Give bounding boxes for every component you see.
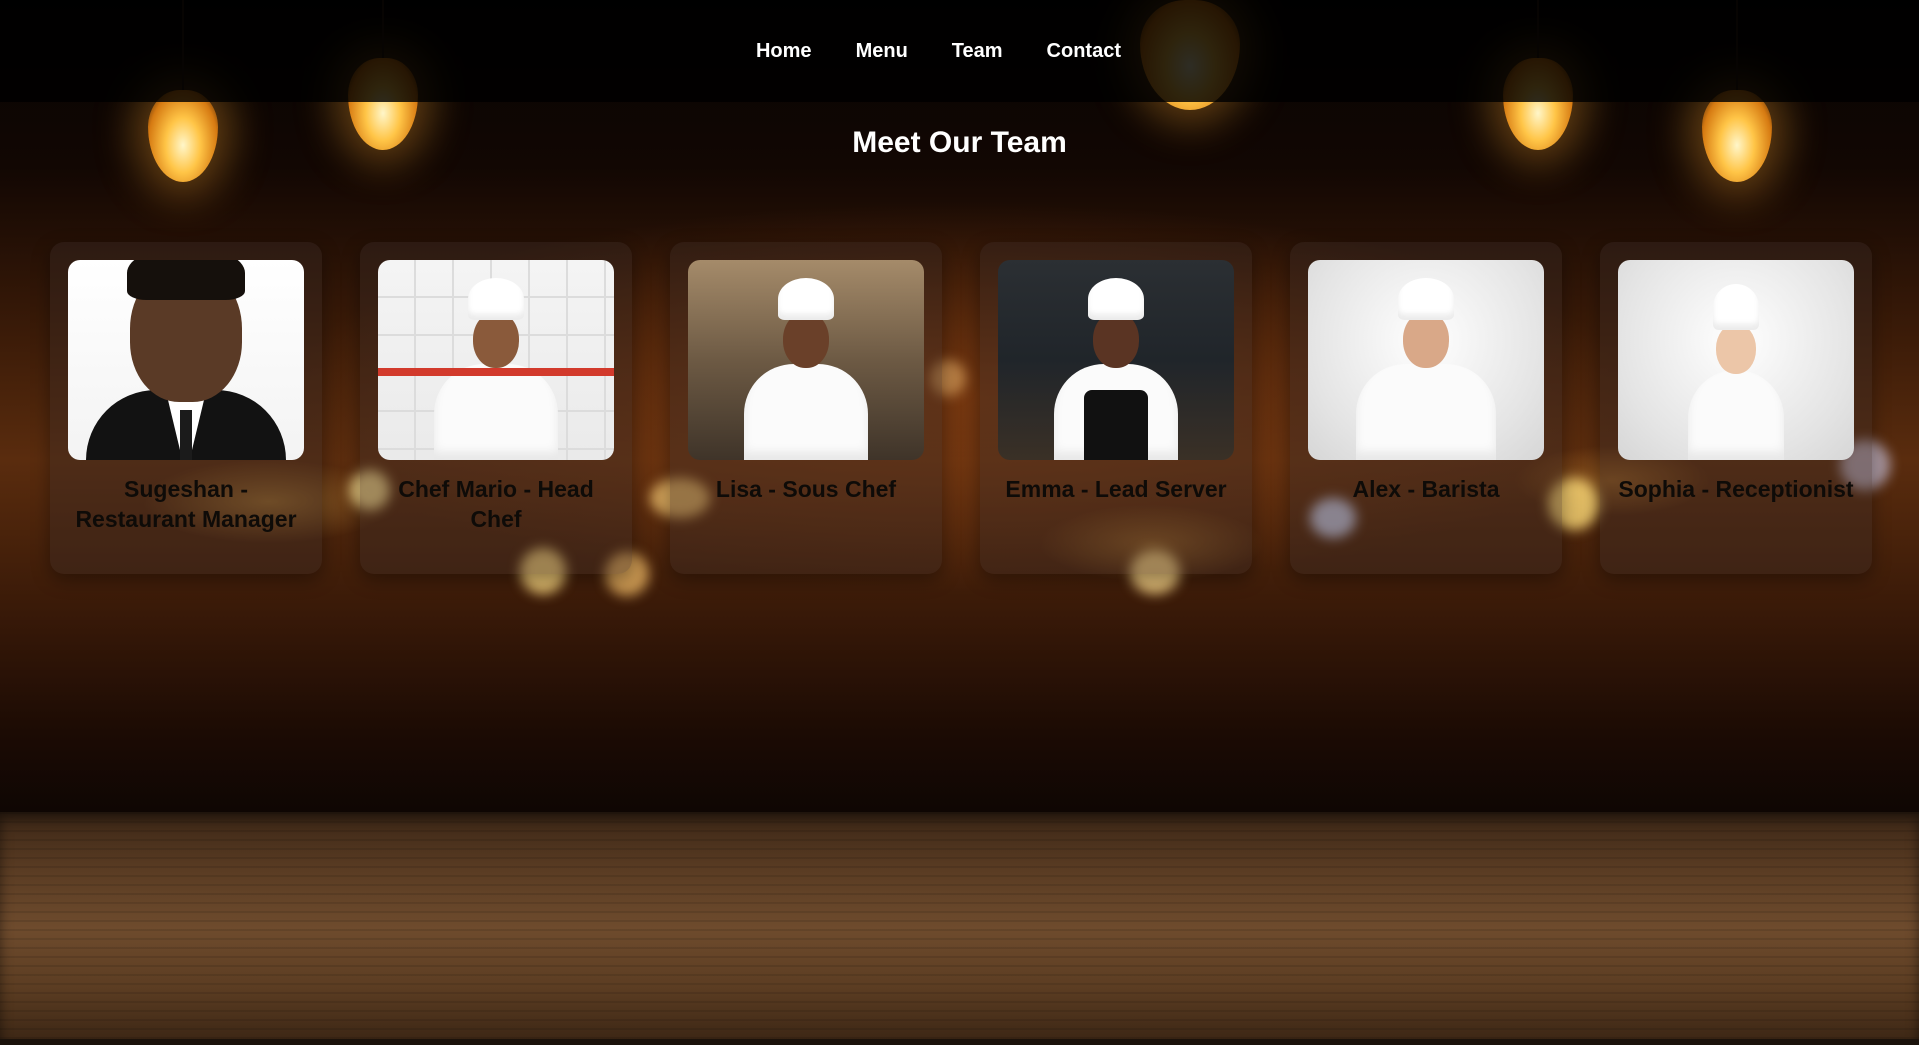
team-member-photo	[688, 260, 924, 460]
team-card: Lisa - Sous Chef	[670, 242, 942, 574]
tie-shape	[180, 410, 192, 460]
chef-hat-shape	[468, 278, 524, 320]
nav-link-home[interactable]: Home	[756, 40, 812, 63]
team-member-name: Emma - Lead Server	[1005, 476, 1227, 502]
face-shape	[473, 312, 519, 368]
wooden-table	[0, 812, 1919, 1045]
face-shape	[783, 312, 829, 368]
team-grid: Sugeshan - Restaurant Manager Chef Mario…	[50, 242, 1872, 574]
team-member-photo	[998, 260, 1234, 460]
nav-link-menu[interactable]: Menu	[856, 40, 908, 63]
team-card: Sugeshan - Restaurant Manager	[50, 242, 322, 574]
team-member-name: Sophia - Receptionist	[1618, 476, 1854, 502]
chef-jacket-shape	[1356, 364, 1496, 460]
chef-jacket-shape	[744, 364, 868, 460]
team-member-photo	[1618, 260, 1854, 460]
face-shape	[1403, 312, 1449, 368]
team-card: Sophia - Receptionist	[1600, 242, 1872, 574]
apron-shape	[1084, 390, 1148, 460]
team-member-name: Chef Mario - Head Chef	[398, 476, 594, 532]
team-member-photo	[1308, 260, 1544, 460]
chef-jacket-shape	[1688, 370, 1784, 460]
hair-shape	[127, 260, 245, 300]
team-card: Emma - Lead Server	[980, 242, 1252, 574]
nav-link-team[interactable]: Team	[952, 40, 1003, 63]
chef-hat-shape	[1398, 278, 1454, 320]
team-member-photo	[378, 260, 614, 460]
team-member-name: Lisa - Sous Chef	[715, 476, 897, 502]
main-navbar: Home Menu Team Contact	[0, 0, 1919, 102]
team-member-name: Alex - Barista	[1352, 476, 1500, 502]
chef-jacket-shape	[434, 364, 558, 460]
face-shape	[1716, 324, 1756, 374]
chef-hat-shape	[1713, 284, 1759, 330]
nav-link-contact[interactable]: Contact	[1047, 40, 1121, 63]
chef-hat-shape	[1088, 278, 1144, 320]
team-member-name: Sugeshan - Restaurant Manager	[75, 476, 297, 532]
team-member-photo	[68, 260, 304, 460]
chef-hat-shape	[778, 278, 834, 320]
face-shape	[1093, 312, 1139, 368]
team-card: Alex - Barista	[1290, 242, 1562, 574]
team-card: Chef Mario - Head Chef	[360, 242, 632, 574]
page-title: Meet Our Team	[852, 126, 1067, 159]
